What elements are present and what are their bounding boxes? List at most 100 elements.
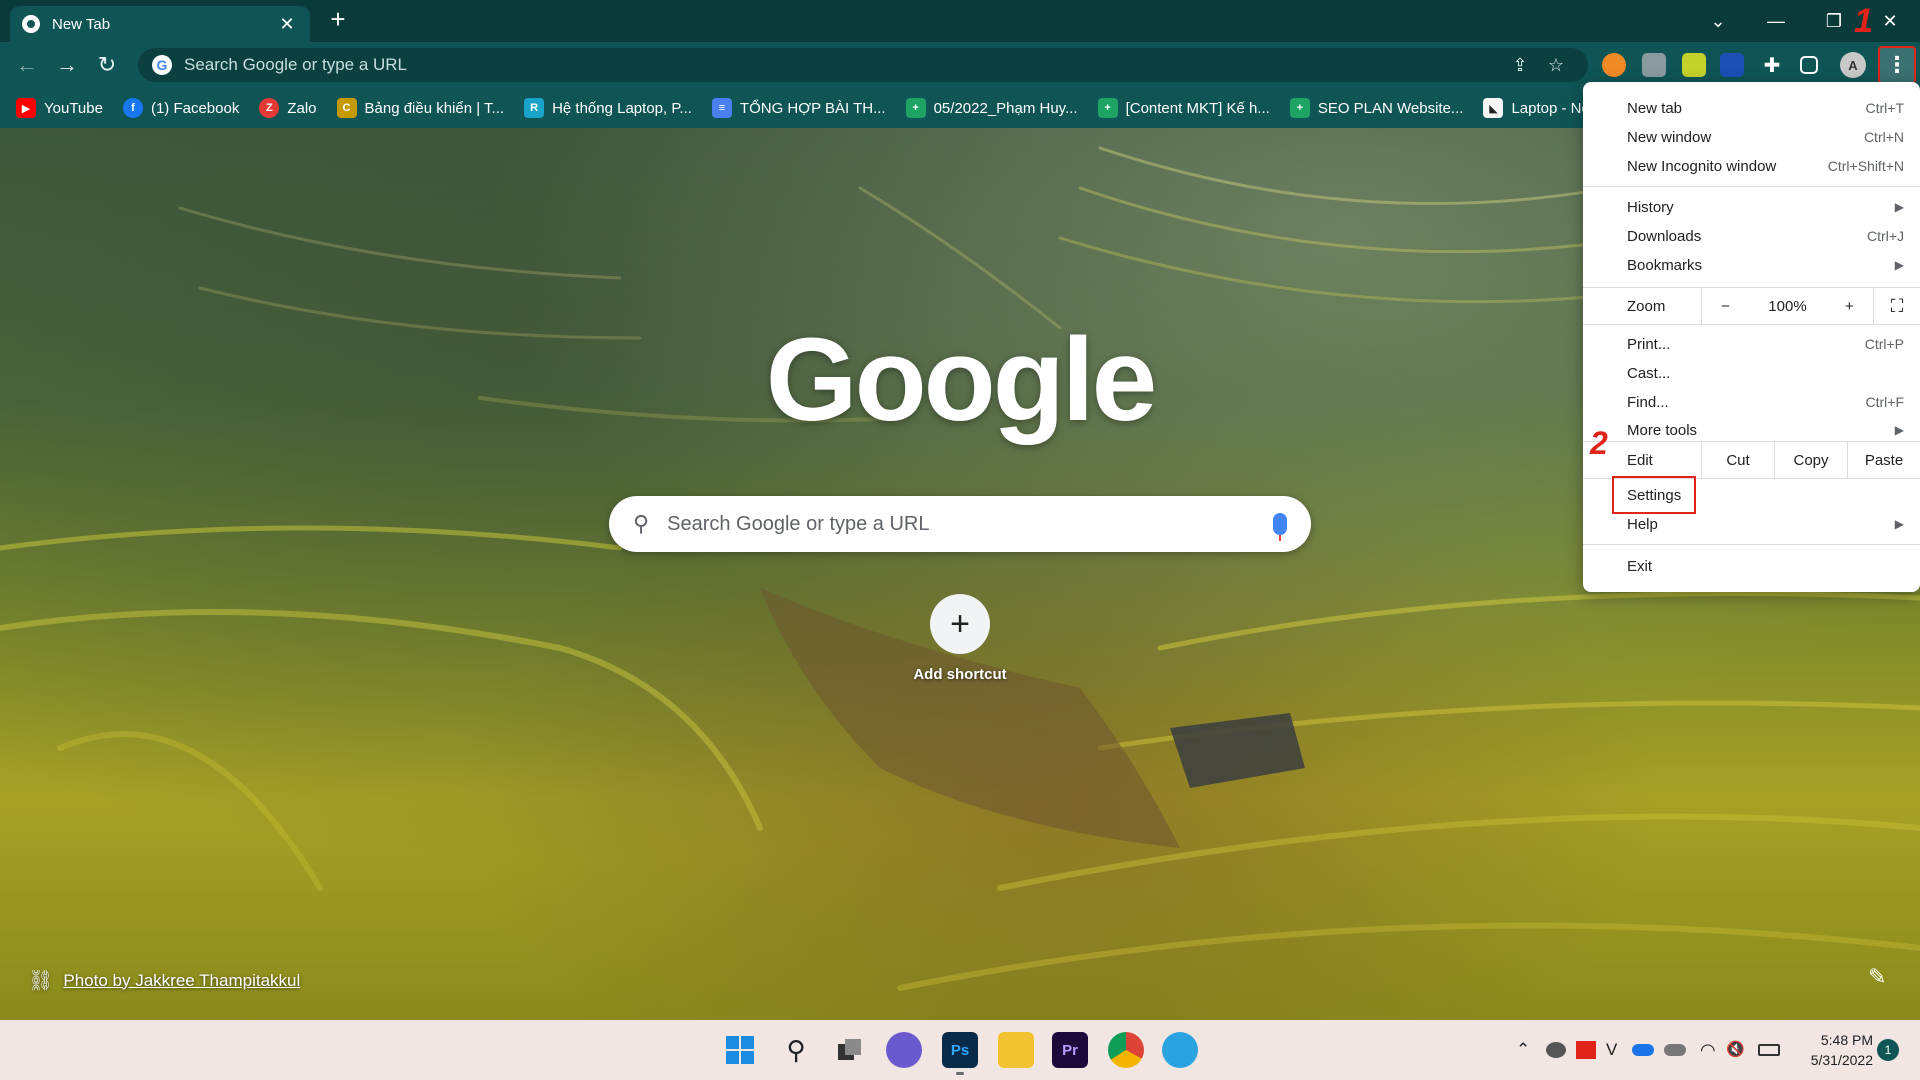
windows-start-icon[interactable] — [722, 1032, 758, 1068]
reload-button[interactable]: ↻ — [92, 50, 122, 80]
google-sheets-icon: + — [1097, 98, 1118, 118]
menu-item-history[interactable]: History ▶ — [1583, 193, 1920, 221]
menu-label: More tools — [1627, 421, 1698, 439]
side-panel-icon[interactable] — [1800, 56, 1818, 74]
premiere-icon[interactable]: Pr — [1052, 1032, 1088, 1068]
voice-search-mic-icon[interactable] — [1273, 513, 1287, 541]
file-explorer-icon[interactable] — [998, 1032, 1034, 1068]
menu-item-incognito[interactable]: New Incognito window Ctrl+Shift+N — [1583, 152, 1920, 180]
google-icon: G — [152, 55, 172, 75]
submenu-arrow-icon: ▶ — [1894, 258, 1904, 272]
back-button[interactable]: ← — [12, 50, 42, 80]
extension-orange-icon[interactable] — [1602, 53, 1626, 77]
menu-label: New tab — [1627, 99, 1683, 117]
onedrive-icon[interactable] — [1632, 1044, 1654, 1056]
teams-chat-icon[interactable] — [886, 1032, 922, 1068]
cut-button[interactable]: Cut — [1701, 442, 1774, 478]
bookmark-cms[interactable]: C Bảng điều khiển | T... — [336, 98, 505, 118]
cloud-icon[interactable] — [1664, 1044, 1686, 1056]
minimize-button[interactable]: — — [1748, 0, 1804, 42]
task-view-icon[interactable] — [832, 1032, 868, 1068]
fullscreen-icon[interactable]: ⛶ — [1874, 296, 1920, 317]
menu-item-more-tools[interactable]: More tools ▶ — [1583, 416, 1920, 444]
menu-item-find[interactable]: Find... Ctrl+F — [1583, 388, 1920, 416]
bookmark-facebook[interactable]: f (1) Facebook — [122, 98, 240, 118]
omnibox-placeholder: Search Google or type a URL — [184, 55, 408, 74]
new-tab-button[interactable]: + — [322, 4, 354, 35]
bookmark-label: (1) Facebook — [150, 99, 240, 117]
menu-label: New window — [1627, 128, 1712, 146]
zoom-label: Zoom — [1627, 297, 1666, 315]
zalo-icon: Z — [259, 98, 280, 118]
copy-button[interactable]: Copy — [1774, 442, 1847, 478]
search-icon[interactable]: ⚲ — [778, 1032, 814, 1068]
tab-new-tab[interactable]: New Tab ✕ — [10, 6, 310, 42]
extension-j-icon[interactable] — [1720, 53, 1744, 77]
photo-credit-link[interactable]: ⛓ Photo by Jakkree Thampitakkul — [28, 968, 300, 993]
battery-icon[interactable] — [1758, 1044, 1780, 1056]
tab-search-dropdown-icon[interactable]: ⌄ — [1690, 0, 1746, 42]
chrome-menu-button[interactable]: ⋮ — [1878, 46, 1916, 84]
zoom-out-button[interactable]: − — [1721, 298, 1730, 315]
bookmark-sheet-3[interactable]: + SEO PLAN Website... — [1289, 98, 1463, 118]
notification-badge[interactable]: 1 — [1877, 1039, 1899, 1061]
zoom-in-button[interactable]: + — [1845, 298, 1854, 315]
extension-shield-icon[interactable] — [1642, 53, 1666, 77]
menu-shortcut: Ctrl+F — [1865, 394, 1905, 410]
menu-item-bookmarks[interactable]: Bookmarks ▶ — [1583, 251, 1920, 279]
volume-muted-icon[interactable]: 🔇 — [1726, 1040, 1745, 1058]
chrome-taskbar-icon[interactable] — [1108, 1032, 1144, 1068]
share-icon[interactable]: ⇪ — [1502, 55, 1538, 76]
submenu-arrow-icon: ▶ — [1894, 517, 1904, 531]
zoom-level-value: 100% — [1768, 297, 1807, 315]
ntp-search-box[interactable]: ⚲ Search Google or type a URL — [609, 496, 1311, 552]
bookmark-label: Bảng điều khiển | T... — [364, 99, 505, 117]
forward-button[interactable]: → — [52, 50, 82, 80]
menu-item-new-window[interactable]: New window Ctrl+N — [1583, 123, 1920, 151]
menu-item-exit[interactable]: Exit — [1583, 552, 1920, 580]
menu-item-new-tab[interactable]: New tab Ctrl+T — [1583, 94, 1920, 122]
bookmark-star-icon[interactable]: ☆ — [1538, 55, 1574, 76]
photoshop-icon[interactable]: Ps — [942, 1032, 978, 1075]
menu-item-downloads[interactable]: Downloads Ctrl+J — [1583, 222, 1920, 250]
menu-separator — [1583, 544, 1920, 545]
bookmark-laptop-system[interactable]: R Hệ thống Laptop, P... — [524, 98, 692, 118]
chrome-favicon-icon — [22, 15, 40, 33]
tray-red-app-icon[interactable] — [1576, 1041, 1596, 1059]
menu-edit-row: Edit Cut Copy Paste — [1583, 442, 1920, 478]
bookmark-sheet-1[interactable]: + 05/2022_Phạm Huy... — [905, 98, 1078, 118]
add-shortcut[interactable]: + Add shortcut — [912, 594, 1008, 683]
extensions-puzzle-icon[interactable]: ✚ — [1760, 53, 1784, 77]
paste-button[interactable]: Paste — [1847, 442, 1920, 478]
profile-avatar[interactable]: A — [1840, 52, 1866, 78]
tab-close-icon[interactable]: ✕ — [276, 14, 298, 35]
tray-overflow-chevron-icon[interactable]: ⌃ — [1516, 1040, 1530, 1060]
bookmark-label: 05/2022_Phạm Huy... — [933, 99, 1078, 117]
menu-label: Find... — [1627, 393, 1669, 411]
bookmark-label: Laptop - Nc — [1511, 99, 1589, 117]
bookmark-docs[interactable]: ≡ TỔNG HỢP BÀI TH... — [711, 98, 886, 118]
menu-item-help[interactable]: Help ▶ — [1583, 510, 1920, 538]
menu-item-print[interactable]: Print... Ctrl+P — [1583, 330, 1920, 358]
wifi-icon[interactable]: ◠ — [1700, 1040, 1716, 1061]
tray-v-icon[interactable]: V — [1606, 1040, 1617, 1060]
tab-strip: New Tab ✕ + ⌄ — ❐ ✕ 1 — [0, 0, 1920, 42]
bookmark-sheet-2[interactable]: + [Content MKT] Kế h... — [1097, 98, 1270, 118]
taskbar-clock[interactable]: 5:48 PM 5/31/2022 — [1793, 1030, 1873, 1070]
bookmark-laptop[interactable]: ◣ Laptop - Nc — [1483, 98, 1589, 118]
bookmark-youtube[interactable]: ▶ YouTube — [16, 98, 103, 118]
bookmark-zalo[interactable]: Z Zalo — [259, 98, 317, 118]
add-shortcut-plus-icon[interactable]: + — [930, 594, 990, 654]
customize-pencil-icon[interactable]: ✎ — [1868, 964, 1886, 990]
photo-credit-text: Photo by Jakkree Thampitakkul — [63, 970, 301, 990]
tray-app-icon[interactable] — [1546, 1042, 1566, 1058]
extension-green-icon[interactable] — [1682, 53, 1706, 77]
telegram-icon[interactable] — [1162, 1032, 1198, 1068]
submenu-arrow-icon: ▶ — [1894, 200, 1904, 214]
bookmark-label: Hệ thống Laptop, P... — [552, 99, 692, 117]
omnibox[interactable]: G Search Google or type a URL ⇪ ☆ — [138, 48, 1588, 82]
menu-item-cast[interactable]: Cast... — [1583, 359, 1920, 387]
menu-label: Exit — [1627, 557, 1653, 575]
menu-separator — [1583, 324, 1920, 325]
menu-label: Print... — [1627, 335, 1671, 353]
